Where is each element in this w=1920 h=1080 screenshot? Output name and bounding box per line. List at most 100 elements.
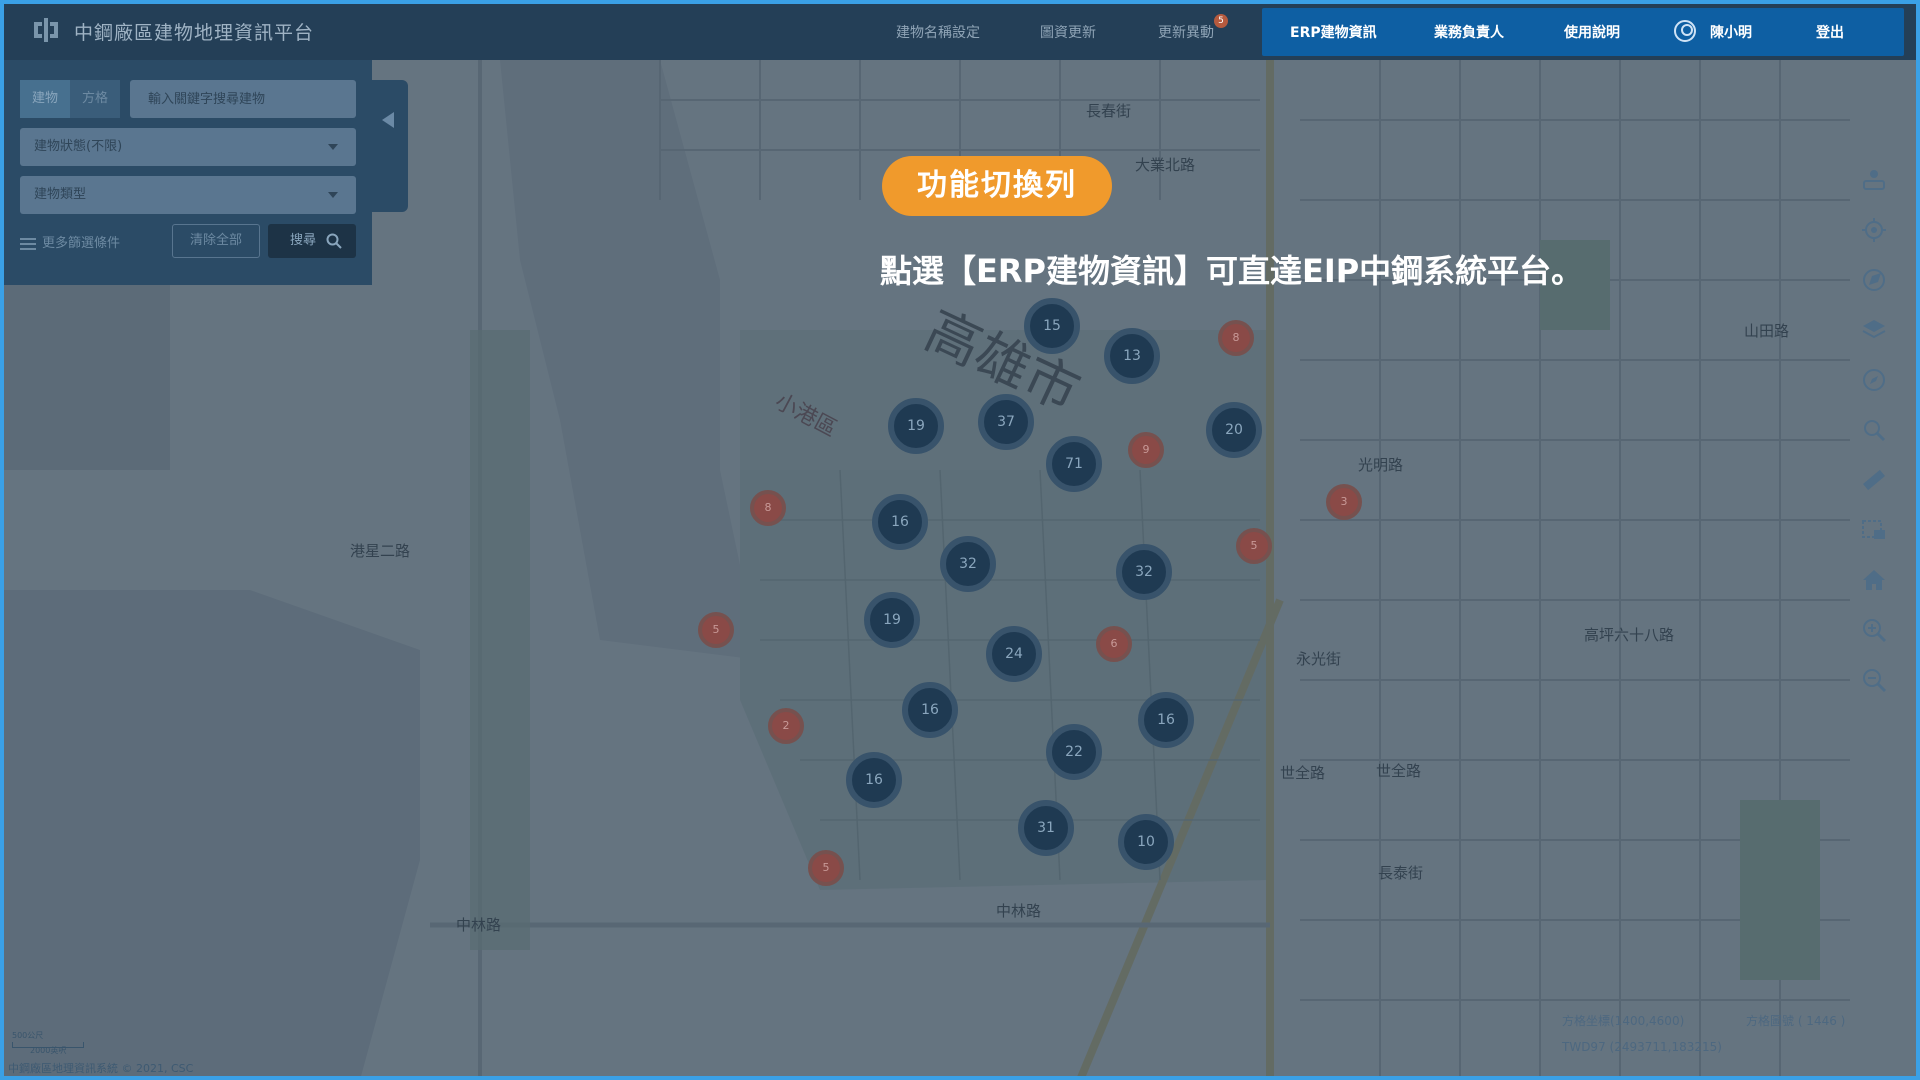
cluster-marker[interactable]: 16 bbox=[1138, 692, 1194, 748]
cluster-marker[interactable]: 8 bbox=[1218, 320, 1254, 356]
road-label: 大業北路 bbox=[1135, 156, 1195, 174]
home-icon bbox=[1863, 570, 1885, 590]
chevron-down-icon bbox=[328, 144, 338, 150]
logout-button[interactable]: 登出 bbox=[1816, 22, 1844, 42]
zoom-out-button[interactable] bbox=[1852, 660, 1896, 700]
cluster-marker[interactable]: 3 bbox=[1326, 484, 1362, 520]
road-label: 光明路 bbox=[1358, 456, 1403, 474]
tab-building[interactable]: 建物 bbox=[20, 80, 70, 118]
cluster-marker[interactable]: 15 bbox=[1024, 298, 1080, 354]
app-title: 中鋼廠區建物地理資訊平台 bbox=[74, 22, 315, 44]
tutorial-description: 點選【ERP建物資訊】可直達EIP中鋼系統平台。 bbox=[880, 252, 1584, 290]
street-view-button[interactable] bbox=[1852, 160, 1896, 200]
locate-button[interactable] bbox=[1852, 210, 1896, 250]
layers-button[interactable] bbox=[1852, 310, 1896, 350]
cluster-marker[interactable]: 31 bbox=[1018, 800, 1074, 856]
notification-badge: 5 bbox=[1214, 14, 1228, 28]
copyright-text: 中鋼廠區地理資訊系統 © 2021, CSC bbox=[8, 1062, 194, 1075]
nav-user-guide[interactable]: 使用說明 bbox=[1564, 22, 1620, 42]
search-icon bbox=[326, 233, 342, 249]
scale-bar: 500公尺 2000英呎 bbox=[12, 1030, 84, 1055]
road-label: 中林路 bbox=[996, 902, 1041, 920]
cluster-marker[interactable]: 10 bbox=[1118, 814, 1174, 870]
road-label: 中林路 bbox=[456, 916, 501, 934]
user-avatar-icon[interactable] bbox=[1674, 20, 1696, 42]
road-label: 山田路 bbox=[1744, 322, 1789, 340]
cluster-marker[interactable]: 2 bbox=[768, 708, 804, 744]
collapse-panel-button[interactable] bbox=[372, 80, 408, 212]
search-zoom-button[interactable] bbox=[1852, 410, 1896, 450]
road-label: 長春街 bbox=[1086, 102, 1131, 120]
nav-building-name-settings[interactable]: 建物名稱設定 bbox=[896, 22, 980, 42]
cluster-marker[interactable]: 5 bbox=[808, 850, 844, 886]
cluster-marker[interactable]: 71 bbox=[1046, 436, 1102, 492]
road-label: 世全路 bbox=[1280, 764, 1325, 782]
layers-icon bbox=[1862, 320, 1886, 339]
compass-button[interactable] bbox=[1852, 360, 1896, 400]
compass-icon bbox=[1863, 369, 1885, 391]
screenshot-button[interactable] bbox=[1852, 510, 1896, 550]
search-zoom-icon bbox=[1864, 420, 1886, 442]
tab-grid[interactable]: 方格 bbox=[70, 80, 120, 118]
clear-all-button[interactable]: 清除全部 bbox=[172, 224, 260, 258]
building-type-value: 建物類型 bbox=[34, 187, 87, 202]
street-view-icon bbox=[1863, 170, 1885, 190]
building-status-select[interactable]: 建物狀態(不限) bbox=[20, 128, 356, 166]
search-input[interactable] bbox=[130, 80, 356, 118]
cluster-marker[interactable]: 9 bbox=[1128, 432, 1164, 468]
search-mode-toggle: 建物 方格 bbox=[20, 80, 120, 118]
road-label: 長泰街 bbox=[1378, 864, 1423, 882]
scale-metric-label: 500公尺 bbox=[12, 1031, 44, 1040]
locate-icon bbox=[1862, 218, 1886, 242]
nav-erp-building-info[interactable]: ERP建物資訊 bbox=[1290, 22, 1377, 42]
cluster-marker[interactable]: 5 bbox=[1236, 528, 1272, 564]
cluster-marker[interactable]: 5 bbox=[698, 612, 734, 648]
chevron-down-icon bbox=[328, 192, 338, 198]
map-water bbox=[0, 590, 420, 1080]
cluster-marker[interactable]: 16 bbox=[902, 682, 958, 738]
building-type-select[interactable]: 建物類型 bbox=[20, 176, 356, 214]
zoom-out-icon bbox=[1863, 669, 1887, 693]
cluster-marker[interactable]: 20 bbox=[1206, 402, 1262, 458]
navigation-button[interactable] bbox=[1852, 260, 1896, 300]
cluster-marker[interactable]: 19 bbox=[864, 592, 920, 648]
navigation-icon bbox=[1863, 269, 1885, 291]
feature-switch-bar: ERP建物資訊 業務負責人 使用說明 陳小明 登出 bbox=[1262, 8, 1904, 56]
nav-business-owner[interactable]: 業務負責人 bbox=[1434, 22, 1504, 42]
cluster-marker[interactable]: 16 bbox=[846, 752, 902, 808]
cluster-marker[interactable]: 32 bbox=[940, 536, 996, 592]
search-panel: 建物 方格 建物狀態(不限) 建物類型 更多篩選條件 清除全部 搜尋 bbox=[4, 60, 408, 285]
road-label: 高坪六十八路 bbox=[1584, 626, 1674, 644]
cluster-marker[interactable]: 6 bbox=[1096, 626, 1132, 662]
map-water bbox=[0, 280, 170, 470]
more-filters-label: 更多篩選條件 bbox=[42, 236, 121, 251]
cluster-marker[interactable]: 32 bbox=[1116, 544, 1172, 600]
cluster-marker[interactable]: 16 bbox=[872, 494, 928, 550]
more-filters-link[interactable]: 更多篩選條件 bbox=[20, 232, 120, 251]
cluster-marker[interactable]: 37 bbox=[978, 394, 1034, 450]
home-button[interactable] bbox=[1852, 560, 1896, 600]
map-park bbox=[1740, 800, 1820, 980]
zoom-in-button[interactable] bbox=[1852, 610, 1896, 650]
cluster-marker[interactable]: 8 bbox=[750, 490, 786, 526]
grid-coordinate-readout: 方格坐標(1400,4600) bbox=[1562, 1014, 1685, 1028]
cluster-marker[interactable]: 22 bbox=[1046, 724, 1102, 780]
screenshot-icon bbox=[1862, 520, 1885, 539]
cluster-marker[interactable]: 24 bbox=[986, 626, 1042, 682]
road-label: 港星二路 bbox=[350, 542, 410, 560]
top-nav-bar: 中鋼廠區建物地理資訊平台 建物名稱設定 圖資更新 更新異動 5 ERP建物資訊 … bbox=[0, 0, 1920, 60]
ruler-icon bbox=[1863, 469, 1885, 491]
twd97-coordinate-readout: TWD97 (2493711,183215) bbox=[1562, 1040, 1722, 1054]
user-name[interactable]: 陳小明 bbox=[1710, 22, 1752, 42]
zoom-in-icon bbox=[1863, 619, 1887, 643]
measure-button[interactable] bbox=[1852, 460, 1896, 500]
csc-logo-icon bbox=[34, 18, 58, 42]
search-button[interactable]: 搜尋 bbox=[268, 224, 356, 258]
chevron-left-icon bbox=[382, 112, 394, 128]
nav-update-changes[interactable]: 更新異動 bbox=[1158, 22, 1214, 42]
nav-map-data-update[interactable]: 圖資更新 bbox=[1040, 22, 1096, 42]
cluster-marker[interactable]: 13 bbox=[1104, 328, 1160, 384]
cluster-marker[interactable]: 19 bbox=[888, 398, 944, 454]
road-label: 永光街 bbox=[1296, 650, 1341, 668]
filter-icon bbox=[20, 237, 36, 250]
